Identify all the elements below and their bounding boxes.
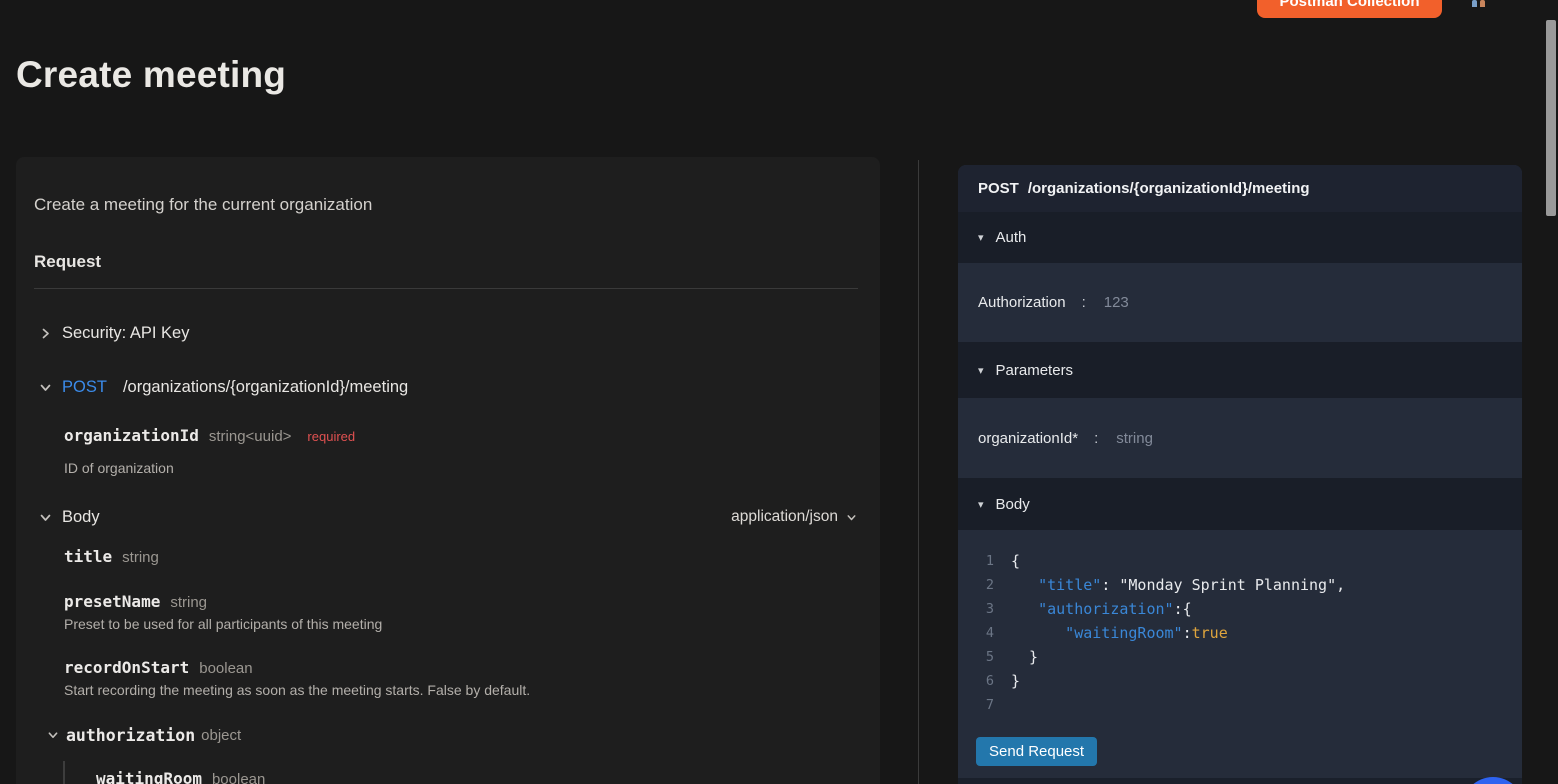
line-number: 4 [985,625,994,641]
page-title: Create meeting [16,54,287,95]
panel-divider [918,160,919,784]
chevron-down-icon [38,510,52,524]
code-token: "Monday Sprint Planning", [1119,576,1346,594]
line-number: 6 [985,673,994,689]
code-token: :{ [1173,600,1192,618]
http-method: POST [978,180,1019,197]
body-field-authorization[interactable]: authorization object [34,725,858,745]
code-token: : [1182,624,1192,642]
endpoint-path: /organizations/{organizationId}/meeting [1027,180,1310,197]
scrollbar-thumb[interactable] [1546,20,1556,216]
line-number: 2 [985,577,994,593]
param-organizationId: organizationId string<uuid> required [64,426,858,445]
field-name: recordOnStart [64,658,190,677]
field-name: waitingRoom [96,769,202,784]
chevron-down-icon [46,728,60,742]
field-name: title [64,547,113,566]
code-line[interactable]: 7 [982,693,1522,717]
auth-field-name: Authorization [978,294,1066,311]
json-body-editor[interactable]: 1 { 2 "title": "Monday Sprint Planning",… [958,530,1522,784]
line-number: 5 [985,649,994,665]
field-name: authorization [66,725,196,745]
security-row[interactable]: Security: API Key [34,323,858,343]
code-line[interactable]: 5 } [982,645,1522,669]
topbar-partial-icon[interactable] [1472,0,1492,7]
param-name: organizationId [64,426,199,445]
code-line[interactable]: 3 "authorization":{ [982,597,1522,621]
auth-field-row[interactable]: Authorization : 123 [958,263,1522,342]
field-description: Start recording the meeting as soon as t… [64,682,531,698]
colon: : [1094,429,1099,447]
code-token: "waitingRoom" [1011,624,1183,642]
body-field-title: title string [64,547,858,566]
line-number: 1 [985,553,994,569]
field-type: string [170,594,208,611]
content-type-value: application/json [731,508,838,525]
endpoint-row[interactable]: POST /organizations/{organizationId}/mee… [34,377,858,397]
parameters-section-header[interactable]: ▾ Parameters [958,342,1522,398]
param-type: string<uuid> [208,428,292,445]
section-label: Parameters [995,361,1074,379]
line-number: 7 [985,697,994,713]
field-type: object [201,726,242,744]
auth-section-header[interactable]: ▾ Auth [958,212,1522,263]
content-type-dropdown[interactable]: application/json [731,508,858,526]
code-line[interactable]: 4 "waitingRoom":true [982,621,1522,645]
endpoint-description: Create a meeting for the current organiz… [34,195,373,214]
code-token: { [1011,552,1021,570]
chevron-down-icon [844,510,858,524]
endpoint-path: /organizations/{organizationId}/meeting [122,377,409,396]
colon: : [1081,294,1086,311]
field-description: Preset to be used for all participants o… [64,616,383,632]
triangle-down-icon: ▾ [978,498,984,511]
divider [34,288,858,289]
section-label: Auth [995,229,1027,246]
body-field-waitingRoom: waitingRoom boolean [96,769,858,784]
section-label: Body [995,495,1030,513]
code-token: "authorization" [1011,600,1174,618]
request-doc-card: Create a meeting for the current organiz… [16,157,880,784]
body-section-header[interactable]: ▾ Body [958,478,1522,530]
parameter-value[interactable]: string [1116,430,1153,447]
security-label: Security: API Key [62,323,190,342]
field-type: boolean [211,771,266,784]
line-number: 3 [985,601,994,617]
next-section-edge [958,778,1522,784]
api-playground-panel: POST /organizations/{organizationId}/mee… [958,165,1522,784]
request-heading: Request [34,252,102,271]
code-token: } [1011,648,1039,666]
code-line[interactable]: 1 { [982,549,1522,573]
body-label: Body [62,507,100,526]
code-line[interactable]: 6 } [982,669,1522,693]
chevron-right-icon [38,326,52,340]
body-field-presetName: presetName string [64,592,858,611]
scrollbar[interactable] [1544,0,1558,784]
chevron-down-icon [38,380,52,394]
parameter-field-row[interactable]: organizationId* : string [958,398,1522,478]
required-badge: required [307,429,356,444]
field-type: boolean [199,660,253,677]
code-token: } [1011,672,1021,690]
auth-field-value[interactable]: 123 [1104,294,1129,311]
playground-endpoint-header: POST /organizations/{organizationId}/mee… [958,165,1522,212]
triangle-down-icon: ▾ [978,232,984,244]
code-token: true [1191,624,1228,642]
triangle-down-icon: ▾ [978,364,984,377]
postman-collection-button[interactable]: Postman Collection [1257,0,1442,18]
send-request-button[interactable]: Send Request [976,737,1098,766]
http-method: POST [62,377,107,396]
param-description: ID of organization [64,460,174,476]
field-name: presetName [64,592,161,611]
parameter-name: organizationId* [978,429,1079,447]
body-field-recordOnStart: recordOnStart boolean [64,658,858,677]
code-line[interactable]: 2 "title": "Monday Sprint Planning", [982,573,1522,597]
code-token: : [1101,576,1120,594]
body-section-row[interactable]: Body application/json [34,507,858,527]
field-type: string [122,549,159,566]
authorization-children: waitingRoom boolean [63,761,858,784]
code-token: "title" [1011,576,1102,594]
